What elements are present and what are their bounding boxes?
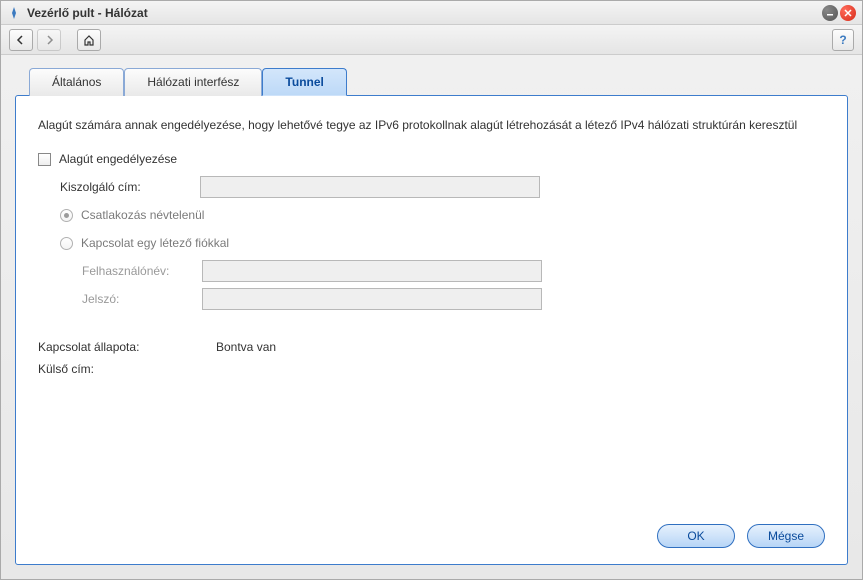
connect-anon-label: Csatlakozás névtelenül <box>81 208 204 222</box>
username-input[interactable] <box>202 260 542 282</box>
connect-account-label: Kapcsolat egy létező fiókkal <box>81 236 229 250</box>
forward-button[interactable] <box>37 29 61 51</box>
server-address-label: Kiszolgáló cím: <box>60 180 200 194</box>
server-address-input[interactable] <box>200 176 540 198</box>
tab-general[interactable]: Általános <box>29 68 124 96</box>
control-panel-window: Vezérlő pult - Hálózat ? Általános Hálóz… <box>0 0 863 580</box>
external-address-row: Külső cím: <box>38 362 825 376</box>
connection-status-value: Bontva van <box>216 340 276 354</box>
tab-bar: Általános Hálózati interfész Tunnel <box>29 67 848 95</box>
help-button[interactable]: ? <box>832 29 854 51</box>
home-button[interactable] <box>77 29 101 51</box>
connection-status-row: Kapcsolat állapota: Bontva van <box>38 340 825 354</box>
connect-anon-radio[interactable] <box>60 209 73 222</box>
password-row: Jelszó: <box>38 288 825 310</box>
app-icon <box>7 6 21 20</box>
status-block: Kapcsolat állapota: Bontva van Külső cím… <box>38 340 825 384</box>
tab-tunnel[interactable]: Tunnel <box>262 68 346 96</box>
close-button[interactable] <box>840 5 856 21</box>
back-button[interactable] <box>9 29 33 51</box>
password-label: Jelszó: <box>82 292 202 306</box>
cancel-button[interactable]: Mégse <box>747 524 825 548</box>
window-controls <box>822 5 856 21</box>
toolbar: ? <box>1 25 862 55</box>
external-address-label: Külső cím: <box>38 362 216 376</box>
tunnel-panel: Alagút számára annak engedélyezése, hogy… <box>15 95 848 565</box>
tunnel-description: Alagút számára annak engedélyezése, hogy… <box>38 116 825 134</box>
content-area: Általános Hálózati interfész Tunnel Alag… <box>1 55 862 579</box>
enable-tunnel-row: Alagút engedélyezése <box>38 148 825 170</box>
tab-network-interface[interactable]: Hálózati interfész <box>124 68 262 96</box>
server-address-row: Kiszolgáló cím: <box>38 176 825 198</box>
password-input[interactable] <box>202 288 542 310</box>
enable-tunnel-checkbox[interactable] <box>38 153 51 166</box>
username-row: Felhasználónév: <box>38 260 825 282</box>
dialog-buttons: OK Mégse <box>38 512 825 548</box>
ok-button[interactable]: OK <box>657 524 735 548</box>
connect-account-radio[interactable] <box>60 237 73 250</box>
titlebar: Vezérlő pult - Hálózat <box>1 1 862 25</box>
enable-tunnel-label: Alagút engedélyezése <box>59 152 177 166</box>
connect-anon-row: Csatlakozás névtelenül <box>38 204 825 226</box>
username-label: Felhasználónév: <box>82 264 202 278</box>
minimize-button[interactable] <box>822 5 838 21</box>
connection-status-label: Kapcsolat állapota: <box>38 340 216 354</box>
connect-account-row: Kapcsolat egy létező fiókkal <box>38 232 825 254</box>
window-title: Vezérlő pult - Hálózat <box>27 6 822 20</box>
